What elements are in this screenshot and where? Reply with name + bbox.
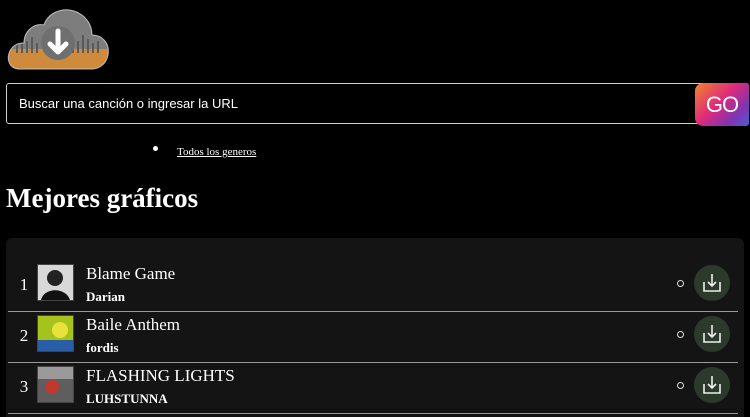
bullet-icon [153, 146, 158, 151]
download-icon [703, 274, 721, 292]
track-artist: Darian [86, 289, 125, 304]
track-title[interactable]: FLASHING LIGHTS [86, 366, 235, 386]
download-button[interactable] [694, 265, 730, 301]
go-button[interactable]: GO [695, 83, 749, 126]
divider [8, 362, 738, 363]
search-bar: GO [6, 83, 749, 126]
divider [8, 413, 738, 414]
play-icon[interactable] [677, 382, 684, 389]
download-button[interactable] [694, 316, 730, 352]
download-icon [703, 376, 721, 394]
track-rank: 2 [19, 326, 29, 345]
play-icon[interactable] [677, 331, 684, 338]
play-icon[interactable] [677, 280, 684, 287]
track-artist: fordis [86, 340, 119, 355]
track-row[interactable]: 3 FLASHING LIGHTS LUHSTUNNA [8, 365, 738, 415]
go-label: GO [705, 91, 739, 117]
track-thumbnail [37, 264, 74, 301]
download-button[interactable] [694, 367, 730, 403]
track-title[interactable]: Baile Anthem [86, 315, 180, 335]
divider [8, 311, 738, 312]
page-title: Mejores gráficos [6, 183, 199, 213]
track-title[interactable]: Blame Game [86, 264, 175, 284]
track-thumbnail [37, 315, 74, 352]
download-icon [703, 325, 721, 343]
all-genres-link[interactable]: Todos los generos [177, 146, 256, 158]
track-rank: 3 [19, 377, 29, 396]
track-row[interactable]: 1 Blame Game Darian [8, 263, 738, 313]
search-input[interactable] [19, 84, 689, 123]
track-artist: LUHSTUNNA [86, 391, 168, 406]
cloud-download-logo[interactable] [6, 5, 110, 71]
track-row[interactable]: 2 Baile Anthem fordis [8, 314, 738, 364]
track-thumbnail [37, 366, 74, 403]
track-rank: 1 [19, 275, 29, 294]
